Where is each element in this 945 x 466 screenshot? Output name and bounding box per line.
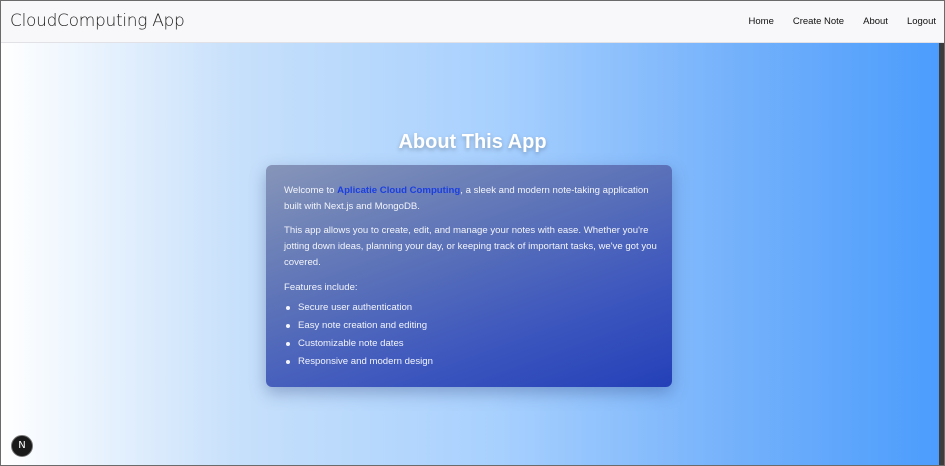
- features-heading: Features include:: [284, 282, 358, 293]
- brand-logo[interactable]: CloudComputing App: [10, 11, 185, 31]
- feature-label: Easy note creation and editing: [298, 320, 428, 331]
- navbar: CloudComputing App Home Create Note Abou…: [1, 1, 944, 43]
- bullet-icon: [286, 342, 290, 346]
- nav-links: Home Create Note About Logout: [730, 16, 936, 27]
- nav-home-link[interactable]: Home: [749, 16, 774, 27]
- list-item: Customizable note dates: [284, 336, 433, 354]
- list-item: Easy note creation and editing: [284, 318, 433, 336]
- main-content: About This App Welcome to Aplicatie Clou…: [1, 43, 944, 465]
- feature-label: Customizable note dates: [298, 338, 404, 349]
- nextjs-icon[interactable]: N: [11, 435, 33, 457]
- bullet-icon: [286, 360, 290, 364]
- nav-create-note-link[interactable]: Create Note: [793, 16, 844, 27]
- nav-about-link[interactable]: About: [863, 16, 888, 27]
- app-name-link[interactable]: Aplicatie Cloud Computing: [337, 185, 460, 196]
- welcome-prefix: Welcome to: [284, 185, 338, 196]
- page-title: About This App: [398, 131, 547, 153]
- list-item: Responsive and modern design: [284, 354, 433, 372]
- description-paragraph: This app allows you to create, edit, and…: [284, 225, 657, 268]
- window-edge: [939, 43, 944, 465]
- feature-label: Responsive and modern design: [298, 356, 433, 367]
- bullet-icon: [286, 306, 290, 310]
- list-item: Secure user authentication: [284, 300, 433, 318]
- welcome-paragraph: Welcome to Aplicatie Cloud Computing, a …: [284, 183, 654, 215]
- features-list: Secure user authentication Easy note cre…: [284, 300, 433, 372]
- nav-logout-link[interactable]: Logout: [907, 16, 936, 27]
- bullet-icon: [286, 324, 290, 328]
- feature-label: Secure user authentication: [298, 302, 413, 313]
- browser-viewport: CloudComputing App Home Create Note Abou…: [0, 0, 945, 466]
- about-card: Welcome to Aplicatie Cloud Computing, a …: [266, 165, 672, 387]
